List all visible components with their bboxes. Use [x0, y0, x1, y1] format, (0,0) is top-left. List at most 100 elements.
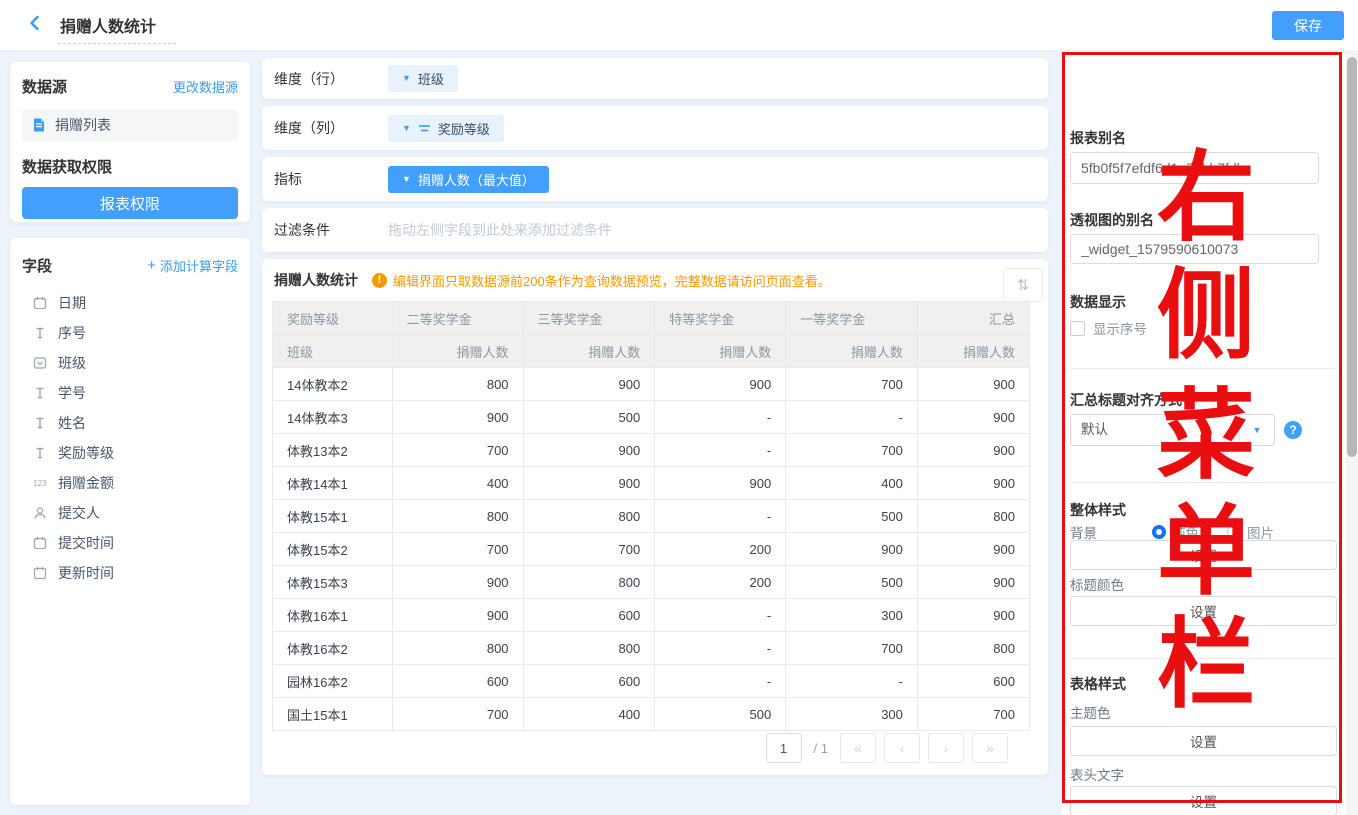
change-datasource-link[interactable]: 更改数据源: [173, 77, 238, 96]
field-label: 提交人: [58, 503, 100, 523]
value-cell: 800: [392, 500, 523, 533]
field-label: 更新时间: [58, 563, 114, 583]
page-title: 捐赠人数统计: [58, 13, 176, 44]
field-item[interactable]: 学号: [10, 378, 250, 408]
filter-label: 过滤条件: [274, 220, 388, 240]
report-alias-input[interactable]: [1070, 152, 1319, 184]
field-item[interactable]: 班级: [10, 348, 250, 378]
dimension-row-tag-label: 班级: [418, 69, 444, 88]
table-row: 体教16本1900600-300900: [273, 599, 1030, 632]
dimension-row-tag[interactable]: ▼ 班级: [388, 65, 458, 92]
field-item[interactable]: 123捐赠金额: [10, 468, 250, 498]
plus-icon: +: [147, 258, 156, 273]
header-row-1: 奖励等级二等奖学金三等奖学金特等奖学金一等奖学金汇总: [273, 302, 1030, 335]
value-cell: 600: [523, 665, 655, 698]
theme-color-setting-button[interactable]: 设置: [1070, 726, 1337, 756]
row-label-cell: 体教13本2: [273, 434, 393, 467]
field-item[interactable]: 奖励等级: [10, 438, 250, 468]
field-item[interactable]: 提交人: [10, 498, 250, 528]
value-cell: 300: [786, 698, 918, 731]
row-label-cell: 体教16本2: [273, 632, 393, 665]
table-row: 体教13本2700900-700900: [273, 434, 1030, 467]
datasource-title: 数据源: [22, 76, 67, 97]
header-cell: 奖励等级: [273, 302, 393, 335]
table-body: 14体教本280090090070090014体教本3900500--900体教…: [273, 368, 1030, 731]
header-text-setting-button[interactable]: 设置: [1070, 786, 1337, 815]
theme-color-label: 主题色: [1070, 702, 1111, 722]
header-cell: 汇总: [917, 302, 1029, 335]
row-label-cell: 体教15本2: [273, 533, 393, 566]
radio-checked-icon[interactable]: [1152, 525, 1166, 539]
dimension-col-card: 维度（列） ▼ 奖励等级: [262, 106, 1048, 150]
value-cell: 400: [523, 698, 655, 731]
field-item[interactable]: 提交时间: [10, 528, 250, 558]
prev-page-button[interactable]: ‹: [884, 733, 920, 763]
preview-card: 捐赠人数统计 ! 编辑界面只取数据源前200条作为查询数据预览，完整数据请访问页…: [262, 259, 1048, 775]
text-icon: [32, 415, 48, 431]
value-cell: 900: [917, 467, 1029, 500]
field-item[interactable]: 序号: [10, 318, 250, 348]
next-page-button[interactable]: ›: [928, 733, 964, 763]
double-chevron-right-icon: »: [986, 740, 994, 756]
datasource-item[interactable]: 捐赠列表: [22, 109, 238, 141]
caret-down-icon: ▼: [1239, 415, 1274, 445]
show-index-label: 显示序号: [1093, 318, 1147, 338]
pivot-alias-input[interactable]: [1070, 234, 1319, 264]
header-row-2: 班级捐赠人数捐赠人数捐赠人数捐赠人数捐赠人数: [273, 335, 1030, 368]
checkbox-unchecked-icon[interactable]: [1070, 321, 1085, 336]
bg-color-option-label[interactable]: 纯色: [1172, 522, 1199, 542]
back-button[interactable]: [24, 14, 46, 36]
table-row: 国土15本1700400500300700: [273, 698, 1030, 731]
value-cell: 700: [786, 368, 918, 401]
background-label: 背景: [1070, 522, 1152, 542]
background-option-row: 背景 纯色 图片: [1070, 522, 1337, 542]
preview-warning: ! 编辑界面只取数据源前200条作为查询数据预览，完整数据请访问页面查看。: [372, 271, 831, 290]
add-calc-field-link[interactable]: + 添加计算字段: [147, 256, 238, 275]
metric-tag[interactable]: ▼ 捐赠人数（最大值）: [388, 166, 549, 193]
data-display-label: 数据显示: [1070, 292, 1126, 312]
title-color-setting-button[interactable]: 设置: [1070, 596, 1337, 626]
table-row: 体教16本2800800-700800: [273, 632, 1030, 665]
value-cell: 900: [917, 566, 1029, 599]
value-cell: 900: [392, 401, 523, 434]
help-icon[interactable]: ?: [1284, 421, 1302, 439]
value-cell: -: [786, 401, 918, 434]
page-number-input[interactable]: [766, 733, 802, 763]
radio-unchecked-icon[interactable]: [1227, 525, 1241, 539]
chevron-left-icon: [25, 13, 45, 38]
value-cell: 700: [392, 698, 523, 731]
value-cell: 500: [786, 500, 918, 533]
dimension-col-tag[interactable]: ▼ 奖励等级: [388, 115, 504, 142]
field-label: 学号: [58, 383, 86, 403]
show-index-checkbox-row[interactable]: 显示序号: [1070, 318, 1147, 338]
document-icon: [31, 117, 47, 133]
save-button[interactable]: 保存: [1272, 11, 1344, 40]
report-permission-button[interactable]: 报表权限: [22, 187, 238, 219]
filter-dropzone[interactable]: 拖动左侧字段到此处来添加过滤条件: [388, 220, 612, 240]
field-label: 姓名: [58, 413, 86, 433]
scrollbar-thumb[interactable]: [1347, 57, 1357, 457]
background-setting-button[interactable]: 设置: [1070, 540, 1337, 570]
value-cell: 600: [392, 665, 523, 698]
table-row: 体教15本3900800200500900: [273, 566, 1030, 599]
value-cell: 200: [655, 566, 786, 599]
page-scrollbar[interactable]: [1346, 50, 1358, 815]
value-cell: 700: [917, 698, 1029, 731]
value-cell: -: [655, 434, 786, 467]
header-text-label: 表头文字: [1070, 764, 1124, 784]
pivot-alias-label: 透视图的别名: [1070, 210, 1154, 230]
bg-image-option-label[interactable]: 图片: [1247, 522, 1274, 542]
field-item[interactable]: 日期: [10, 288, 250, 318]
summary-align-select[interactable]: 默认 ▼: [1070, 414, 1275, 446]
warning-icon: !: [372, 273, 387, 288]
value-cell: 900: [655, 467, 786, 500]
calendar-icon: [32, 295, 48, 311]
value-cell: 800: [392, 368, 523, 401]
first-page-button[interactable]: «: [840, 733, 876, 763]
sort-toggle-button[interactable]: ⇅: [1003, 268, 1043, 302]
field-item[interactable]: 更新时间: [10, 558, 250, 588]
table-style-label: 表格样式: [1070, 674, 1126, 694]
value-cell: 600: [523, 599, 655, 632]
field-item[interactable]: 姓名: [10, 408, 250, 438]
last-page-button[interactable]: »: [972, 733, 1008, 763]
